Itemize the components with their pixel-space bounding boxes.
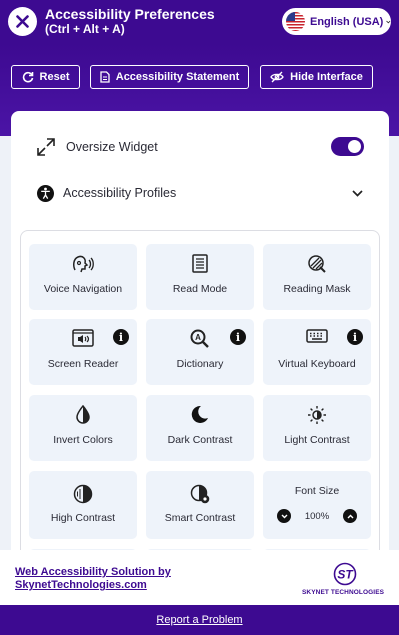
tile-dark-contrast[interactable]: Dark Contrast: [146, 395, 254, 461]
close-icon: [16, 15, 29, 28]
toggle-knob: [348, 140, 361, 153]
screen-reader-icon: [72, 329, 94, 347]
moon-icon: [191, 405, 208, 423]
oversize-widget-row[interactable]: Oversize Widget: [11, 135, 389, 159]
vendor-link[interactable]: Web Accessibility Solution by SkynetTech…: [15, 566, 171, 592]
close-button[interactable]: [8, 7, 37, 36]
tile-screen-reader[interactable]: i Screen Reader: [29, 319, 137, 385]
smart-contrast-icon: [190, 484, 210, 504]
shortcut-hint: (Ctrl + Alt + A): [45, 22, 125, 36]
vendor-link-line1: Web Accessibility Solution by: [15, 566, 171, 578]
reset-label: Reset: [39, 71, 70, 83]
tile-smart-contrast[interactable]: Smart Contrast: [146, 471, 254, 539]
tile-dictionary[interactable]: A i Dictionary: [146, 319, 254, 385]
reset-icon: [22, 71, 33, 83]
oversize-widget-label: Oversize Widget: [66, 140, 158, 154]
reading-mask-icon: [308, 255, 326, 273]
tile-label: Screen Reader: [47, 358, 119, 370]
tile-read-mode[interactable]: Read Mode: [146, 244, 254, 310]
vendor-link-line2: SkynetTechnologies.com: [15, 579, 147, 591]
tile-label: Voice Navigation: [43, 283, 123, 295]
svg-text:A: A: [195, 333, 201, 342]
tile-high-contrast[interactable]: High Contrast: [29, 471, 137, 539]
hide-label: Hide Interface: [290, 71, 363, 83]
tile-reading-mask[interactable]: Reading Mask: [263, 244, 371, 310]
tile-voice-navigation[interactable]: Voice Navigation: [29, 244, 137, 310]
high-contrast-icon: [73, 484, 93, 504]
tile-label: Reading Mask: [283, 283, 351, 295]
expand-arrows-icon: [37, 138, 55, 156]
reset-button[interactable]: Reset: [11, 65, 80, 89]
font-size-increase-button[interactable]: [343, 509, 357, 523]
feature-grid: Voice Navigation Read Mode Reading Mask: [20, 230, 380, 570]
info-icon[interactable]: i: [113, 329, 129, 345]
tile-label: Virtual Keyboard: [278, 358, 356, 370]
tile-invert-colors[interactable]: Invert Colors: [29, 395, 137, 461]
accessibility-person-icon: [37, 184, 54, 202]
voice-navigation-icon: [73, 255, 94, 273]
chevron-up-icon: [347, 514, 353, 518]
statement-label: Accessibility Statement: [115, 71, 240, 83]
font-size-label: Font Size: [294, 485, 340, 497]
sun-icon: [308, 406, 326, 424]
tile-font-size: Font Size 100%: [263, 471, 371, 539]
tile-label: Read Mode: [172, 283, 228, 295]
tile-label: Dark Contrast: [167, 434, 233, 446]
font-size-stepper: 100%: [277, 509, 357, 523]
language-label: English (USA): [310, 15, 384, 28]
chevron-down-icon: [281, 514, 287, 518]
logo-mark: ST: [337, 568, 354, 582]
keyboard-icon: [306, 329, 328, 343]
font-size-value: 100%: [304, 510, 330, 522]
document-icon: [100, 71, 110, 83]
accessibility-profiles-label: Accessibility Profiles: [63, 186, 177, 200]
read-mode-icon: [192, 254, 208, 273]
font-size-decrease-button[interactable]: [277, 509, 291, 523]
settings-panel: Oversize Widget Accessibility Profiles V…: [11, 111, 389, 570]
eye-off-icon: [270, 71, 284, 83]
tile-label: Light Contrast: [284, 434, 350, 446]
logo-text: SKYNET TECHNOLOGIES: [302, 589, 385, 596]
tile-label: High Contrast: [50, 512, 116, 524]
oversize-toggle[interactable]: [331, 137, 364, 156]
page-title: Accessibility Preferences: [45, 6, 215, 22]
invert-colors-icon: [76, 405, 90, 424]
accessibility-profiles-row[interactable]: Accessibility Profiles: [11, 181, 389, 205]
tile-virtual-keyboard[interactable]: i Virtual Keyboard: [263, 319, 371, 385]
tile-light-contrast[interactable]: Light Contrast: [263, 395, 371, 461]
accessibility-statement-button[interactable]: Accessibility Statement: [90, 65, 249, 89]
bottom-bar: Report a Problem: [0, 605, 399, 635]
chevron-down-icon: [352, 189, 363, 197]
dictionary-icon: A: [190, 329, 209, 348]
us-flag-icon: [286, 12, 305, 31]
info-icon[interactable]: i: [347, 329, 363, 345]
tile-label: Smart Contrast: [164, 512, 236, 524]
language-select[interactable]: English (USA): [282, 8, 391, 35]
tile-label: Dictionary: [176, 358, 224, 370]
chevron-down-icon: [386, 20, 391, 23]
report-problem-link[interactable]: Report a Problem: [156, 614, 242, 626]
tile-label: Invert Colors: [53, 434, 113, 446]
info-icon[interactable]: i: [230, 329, 246, 345]
hide-interface-button[interactable]: Hide Interface: [260, 65, 373, 89]
